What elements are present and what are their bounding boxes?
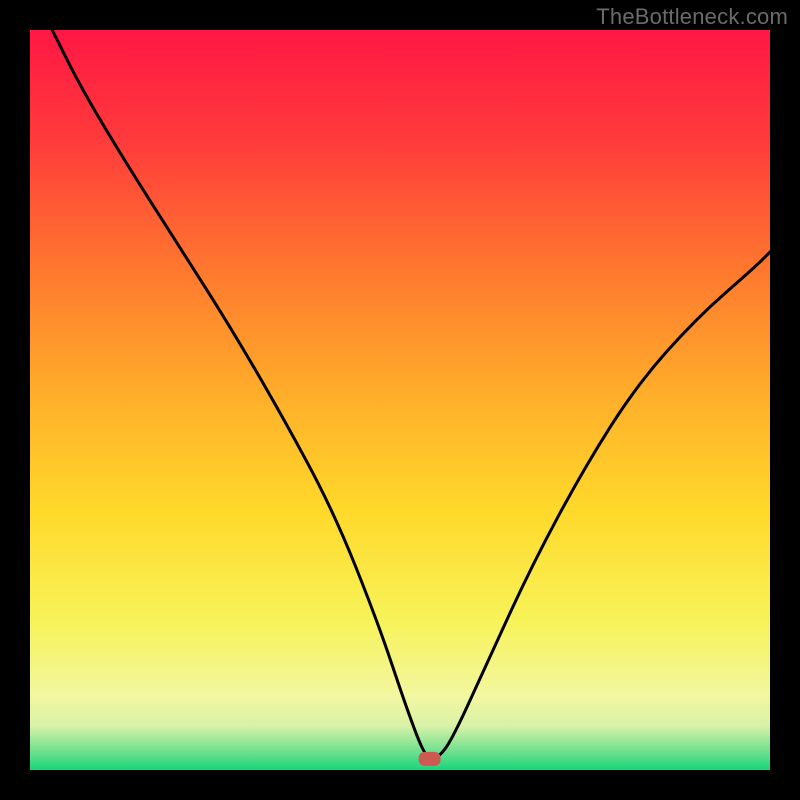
plot-background	[30, 30, 770, 770]
chart-frame: TheBottleneck.com	[0, 0, 800, 800]
bottleneck-chart	[30, 30, 770, 770]
optimum-marker	[419, 752, 441, 766]
watermark-text: TheBottleneck.com	[596, 4, 788, 30]
